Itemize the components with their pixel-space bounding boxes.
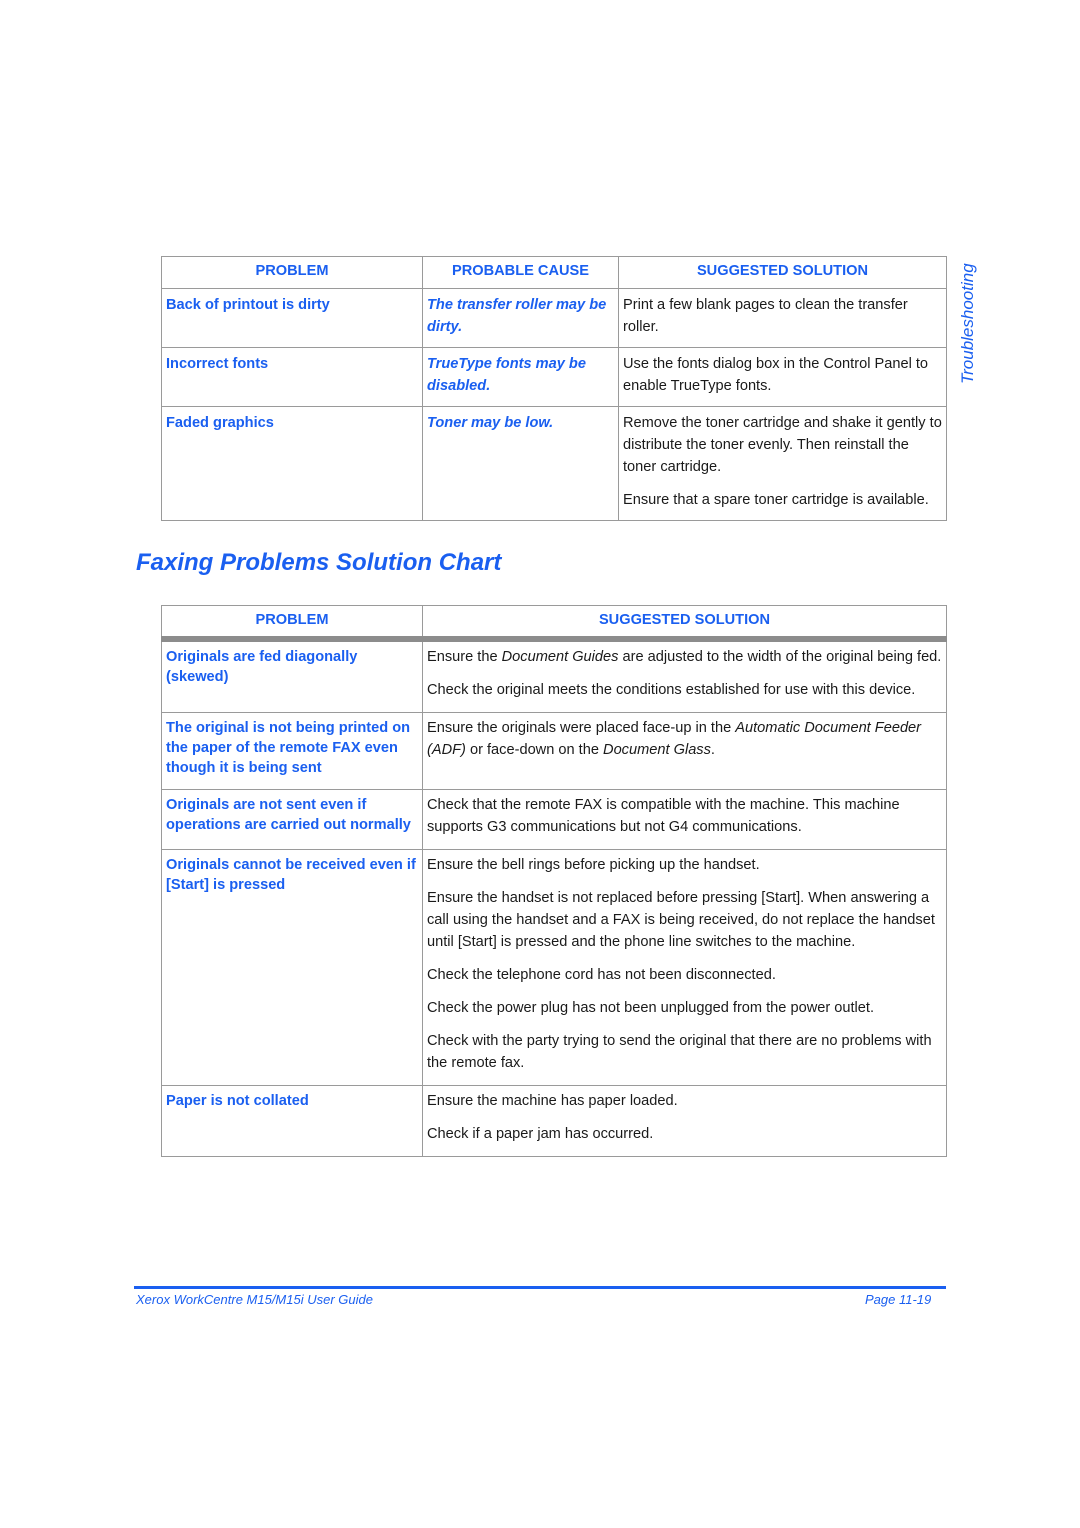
footer-guide-title: Xerox WorkCentre M15/M15i User Guide xyxy=(136,1292,373,1307)
text-segment: Ensure the xyxy=(427,649,502,665)
column-header-problem: PROBLEM xyxy=(161,256,423,289)
emphasized-term: Document Guides xyxy=(501,649,619,665)
solution-text: Check that the remote FAX is compatible … xyxy=(427,794,942,838)
solution-text: Ensure the Document Guides are adjusted … xyxy=(427,646,942,668)
problem-cell: Incorrect fonts xyxy=(161,347,423,407)
section-title: Faxing Problems Solution Chart xyxy=(136,549,502,576)
cause-cell: The transfer roller may be dirty. xyxy=(422,288,619,348)
column-header-suggested-solution: SUGGESTED SOLUTION xyxy=(422,605,947,642)
solution-text: Check with the party trying to send the … xyxy=(427,1030,942,1074)
problem-cell: Back of printout is dirty xyxy=(161,288,423,348)
problem-cell: Originals are fed diagonally (skewed) xyxy=(161,638,423,713)
text-segment: or face-down on the xyxy=(465,742,604,758)
solution-text: Check the telephone cord has not been di… xyxy=(427,964,942,986)
table-row: Faded graphics Toner may be low. Remove … xyxy=(161,406,947,521)
solution-text: Check the power plug has not been unplug… xyxy=(427,997,942,1019)
problem-cell: Originals are not sent even if operation… xyxy=(161,789,423,850)
text-segment: Check that the remote FAX is compatible … xyxy=(427,797,900,835)
text-segment: Ensure the machine has paper loaded. xyxy=(427,1093,678,1109)
text-segment: Check with the party trying to send the … xyxy=(427,1033,932,1071)
text-segment: Check the original meets the conditions … xyxy=(427,682,916,698)
table-row: Paper is not collated Ensure the machine … xyxy=(161,1085,947,1157)
solution-cell: Use the fonts dialog box in the Control … xyxy=(618,347,947,407)
table-row: Originals cannot be received even if [St… xyxy=(161,849,947,1086)
table-row: Incorrect fonts TrueType fonts may be di… xyxy=(161,347,947,407)
column-header-probable-cause: PROBABLE CAUSE xyxy=(422,256,619,289)
solution-text: Ensure the bell rings before picking up … xyxy=(427,854,942,876)
footer-page-number: Page 11-19 xyxy=(865,1292,932,1307)
faxing-problems-table: PROBLEM SUGGESTED SOLUTION Originals are… xyxy=(161,605,947,1157)
solution-text: Ensure the originals were placed face-up… xyxy=(427,717,942,761)
table-row: Back of printout is dirty The transfer r… xyxy=(161,288,947,348)
solution-cell: Ensure the machine has paper loaded. Chec… xyxy=(422,1085,947,1157)
solution-text: Print a few blank pages to clean the tra… xyxy=(623,297,908,335)
text-segment: Check the telephone cord has not been di… xyxy=(427,967,776,983)
cause-cell: TrueType fonts may be disabled. xyxy=(422,347,619,407)
solution-text: Check if a paper jam has occurred. xyxy=(427,1123,942,1145)
table-row: The original is not being printed on the… xyxy=(161,712,947,790)
section-side-label: Troubleshooting xyxy=(958,263,977,384)
table-row: Originals are not sent even if operation… xyxy=(161,789,947,850)
text-segment: are adjusted to the width of the origina… xyxy=(618,649,942,665)
solution-text: Ensure that a spare toner cartridge is a… xyxy=(623,492,929,508)
column-header-suggested-solution: SUGGESTED SOLUTION xyxy=(618,256,947,289)
table-header-row: PROBLEM PROBABLE CAUSE SUGGESTED SOLUTIO… xyxy=(161,256,947,289)
solution-cell: Remove the toner cartridge and shake it … xyxy=(618,406,947,521)
solution-text: Use the fonts dialog box in the Control … xyxy=(623,356,929,394)
solution-cell: Print a few blank pages to clean the tra… xyxy=(618,288,947,348)
solution-text: Ensure the handset is not replaced befor… xyxy=(427,887,942,953)
column-header-problem: PROBLEM xyxy=(161,605,423,642)
text-segment: Ensure the originals were placed face-up… xyxy=(427,720,736,736)
text-segment: . xyxy=(710,742,715,758)
text-segment: Ensure the handset is not replaced befor… xyxy=(427,890,935,950)
solution-cell: Ensure the bell rings before picking up … xyxy=(422,849,947,1086)
table-row: Originals are fed diagonally (skewed) Ens… xyxy=(161,638,947,713)
problem-cell: Paper is not collated xyxy=(161,1085,423,1157)
text-segment: Ensure the bell rings before picking up … xyxy=(427,857,760,873)
problem-cell: The original is not being printed on the… xyxy=(161,712,423,790)
text-segment: Check the power plug has not been unplug… xyxy=(427,1000,875,1016)
solution-text: Check the original meets the conditions … xyxy=(427,679,942,701)
problem-cell: Faded graphics xyxy=(161,406,423,521)
text-segment: Check if a paper jam has occurred. xyxy=(427,1126,654,1142)
solution-cell: Check that the remote FAX is compatible … xyxy=(422,789,947,850)
printing-problems-table: PROBLEM PROBABLE CAUSE SUGGESTED SOLUTIO… xyxy=(161,256,947,521)
cause-cell: Toner may be low. xyxy=(422,406,619,521)
problem-cell: Originals cannot be received even if [St… xyxy=(161,849,423,1086)
solution-cell: Ensure the Document Guides are adjusted … xyxy=(422,638,947,713)
faxing-table-body: Originals are fed diagonally (skewed) Ens… xyxy=(161,638,947,1157)
footer-divider xyxy=(134,1286,946,1289)
solution-text: Ensure the machine has paper loaded. xyxy=(427,1090,942,1112)
emphasized-term: Document Glass xyxy=(603,742,711,758)
table-header-row: PROBLEM SUGGESTED SOLUTION xyxy=(161,605,947,642)
solution-text: Remove the toner cartridge and shake it … xyxy=(623,415,942,475)
solution-cell: Ensure the originals were placed face-up… xyxy=(422,712,947,790)
